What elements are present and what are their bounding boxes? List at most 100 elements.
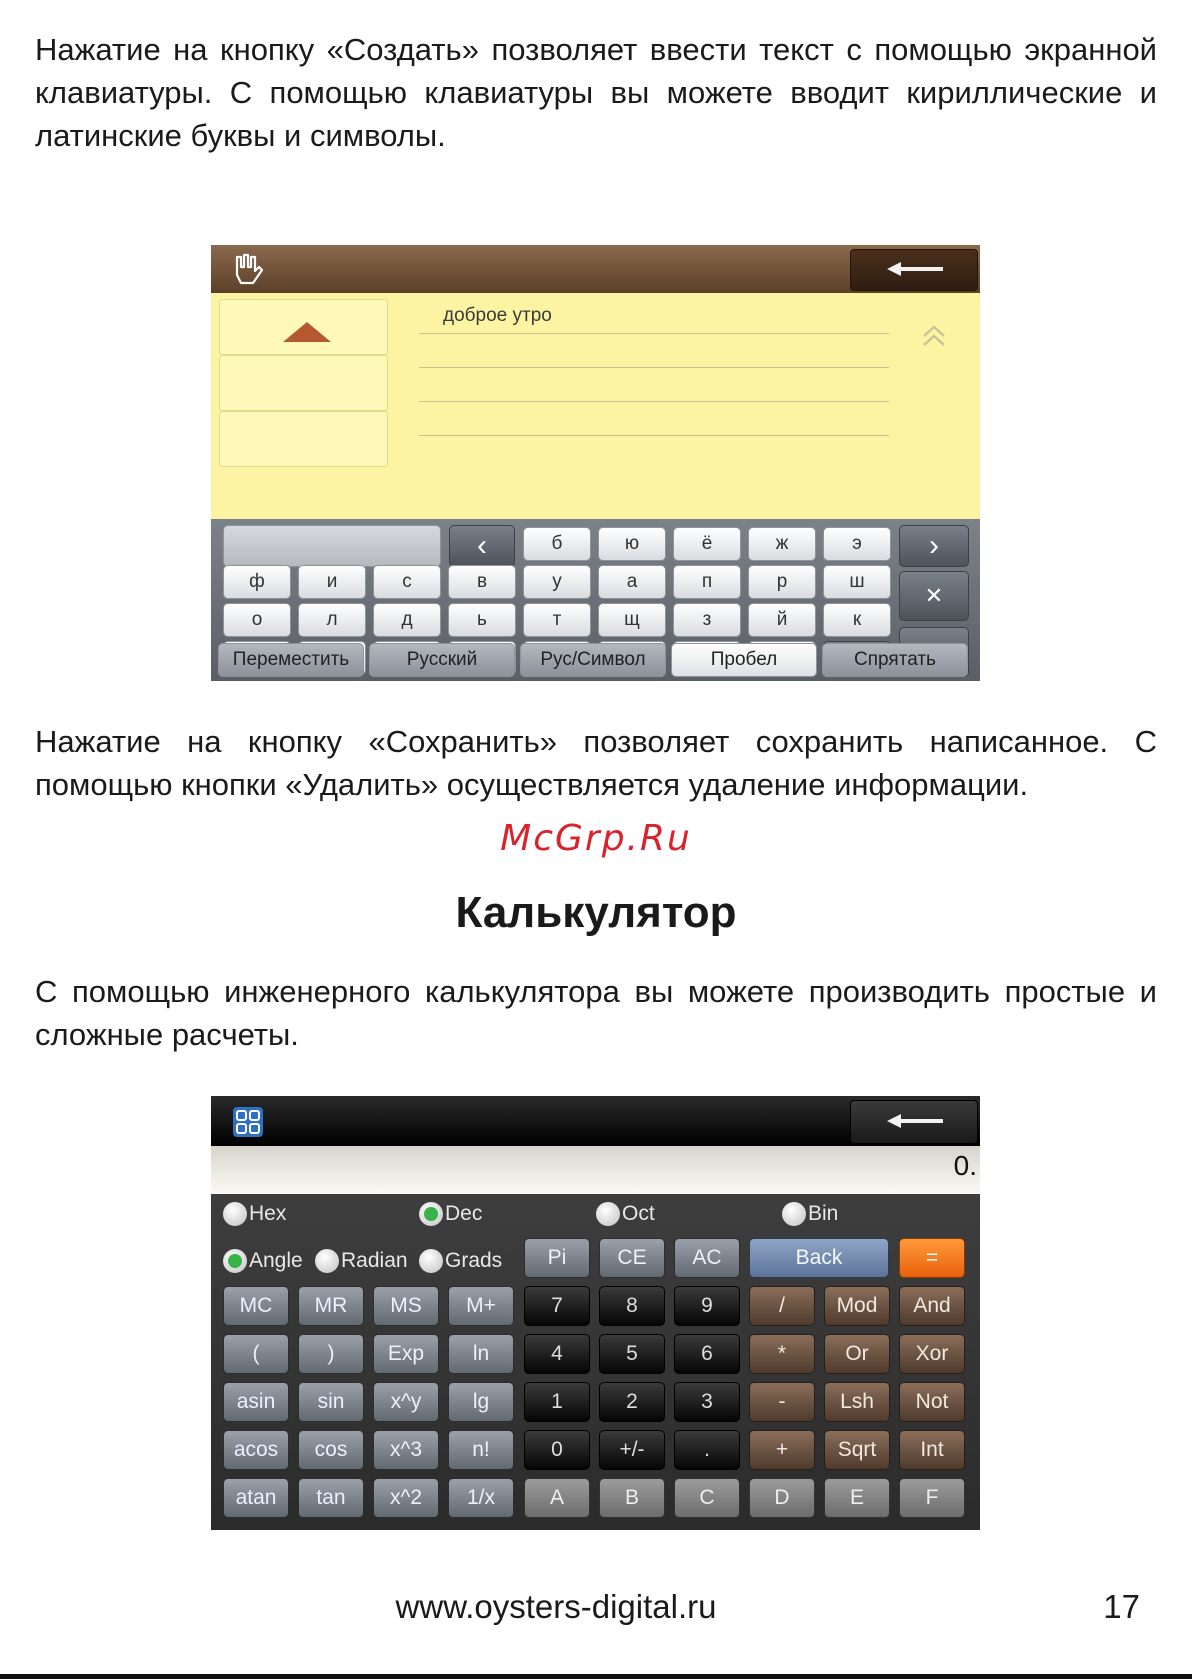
key[interactable]: з — [673, 603, 741, 637]
candidate-box-1[interactable] — [219, 299, 388, 355]
tan-key[interactable]: tan — [298, 1478, 364, 1518]
asin-key[interactable]: asin — [223, 1382, 289, 1422]
key[interactable]: л — [298, 603, 366, 637]
not-key[interactable]: Not — [899, 1382, 965, 1422]
digit-key[interactable]: 5 — [599, 1334, 665, 1374]
russian-key[interactable]: Русский — [369, 643, 515, 677]
ce-key[interactable]: CE — [599, 1238, 665, 1278]
sign-key[interactable]: +/- — [599, 1430, 665, 1470]
radio-grads[interactable]: Grads — [419, 1249, 502, 1273]
digit-key[interactable]: 9 — [674, 1286, 740, 1326]
key[interactable]: ж — [748, 527, 816, 561]
rus-symbol-key[interactable]: Рус/Символ — [520, 643, 666, 677]
reciprocal-key[interactable]: 1/x — [448, 1478, 514, 1518]
plus-key[interactable]: + — [749, 1430, 815, 1470]
xor-key[interactable]: Xor — [899, 1334, 965, 1374]
key[interactable]: к — [823, 603, 891, 637]
key[interactable]: с — [373, 565, 441, 599]
digit-key[interactable]: 3 — [674, 1382, 740, 1422]
candidate-box-3[interactable] — [219, 411, 388, 467]
ac-key[interactable]: AC — [674, 1238, 740, 1278]
key[interactable]: т — [523, 603, 591, 637]
exp-key[interactable]: Exp — [373, 1334, 439, 1374]
key[interactable]: а — [598, 565, 666, 599]
equals-key[interactable]: = — [899, 1238, 965, 1278]
footer-url[interactable]: www.oysters-digital.ru — [0, 1588, 1112, 1626]
hide-key[interactable]: Спрятать — [822, 643, 968, 677]
radio-oct[interactable]: Oct — [596, 1202, 655, 1226]
digit-key[interactable]: 8 — [599, 1286, 665, 1326]
sin-key[interactable]: sin — [298, 1382, 364, 1422]
mc-key[interactable]: MC — [223, 1286, 289, 1326]
key[interactable]: э — [823, 527, 891, 561]
minus-key[interactable]: - — [749, 1382, 815, 1422]
radio-angle[interactable]: Angle — [223, 1249, 303, 1273]
key[interactable]: ю — [598, 527, 666, 561]
key[interactable]: д — [373, 603, 441, 637]
digit-key[interactable]: 2 — [599, 1382, 665, 1422]
ln-key[interactable]: ln — [448, 1334, 514, 1374]
multiply-key[interactable]: * — [749, 1334, 815, 1374]
open-paren-key[interactable]: ( — [223, 1334, 289, 1374]
space-key[interactable]: Пробел — [671, 643, 817, 677]
radio-radian[interactable]: Radian — [315, 1249, 408, 1273]
back-button[interactable] — [850, 249, 978, 291]
candidate-box-2[interactable] — [219, 355, 388, 411]
atan-key[interactable]: atan — [223, 1478, 289, 1518]
move-key[interactable]: Переместить — [218, 643, 364, 677]
lsh-key[interactable]: Lsh — [824, 1382, 890, 1422]
digit-key[interactable]: 0 — [524, 1430, 590, 1470]
hex-digit-key[interactable]: D — [749, 1478, 815, 1518]
hex-digit-key[interactable]: F — [899, 1478, 965, 1518]
cube-key[interactable]: x^3 — [373, 1430, 439, 1470]
key[interactable]: у — [523, 565, 591, 599]
key[interactable]: р — [748, 565, 816, 599]
key[interactable]: и — [298, 565, 366, 599]
text-preview-key[interactable] — [223, 525, 441, 567]
hex-digit-key[interactable]: B — [599, 1478, 665, 1518]
sqrt-key[interactable]: Sqrt — [824, 1430, 890, 1470]
key[interactable]: ь — [448, 603, 516, 637]
decimal-key[interactable]: . — [674, 1430, 740, 1470]
acos-key[interactable]: acos — [223, 1430, 289, 1470]
grid-menu-icon[interactable] — [233, 1107, 263, 1137]
key[interactable]: щ — [598, 603, 666, 637]
key[interactable]: в — [448, 565, 516, 599]
hex-digit-key[interactable]: E — [824, 1478, 890, 1518]
close-paren-key[interactable]: ) — [298, 1334, 364, 1374]
note-area[interactable]: доброе утро — [211, 293, 980, 519]
m-plus-key[interactable]: M+ — [448, 1286, 514, 1326]
lg-key[interactable]: lg — [448, 1382, 514, 1422]
or-key[interactable]: Or — [824, 1334, 890, 1374]
key[interactable]: п — [673, 565, 741, 599]
cursor-left-key[interactable]: ‹ — [449, 525, 515, 567]
and-key[interactable]: And — [899, 1286, 965, 1326]
hand-icon[interactable] — [231, 253, 265, 285]
digit-key[interactable]: 7 — [524, 1286, 590, 1326]
hex-digit-key[interactable]: A — [524, 1478, 590, 1518]
mod-key[interactable]: Mod — [824, 1286, 890, 1326]
power-key[interactable]: x^y — [373, 1382, 439, 1422]
int-key[interactable]: Int — [899, 1430, 965, 1470]
back-key[interactable]: Back — [749, 1238, 889, 1278]
cos-key[interactable]: cos — [298, 1430, 364, 1470]
key[interactable]: ё — [673, 527, 741, 561]
digit-key[interactable]: 6 — [674, 1334, 740, 1374]
mr-key[interactable]: MR — [298, 1286, 364, 1326]
radio-dec[interactable]: Dec — [419, 1202, 482, 1226]
pi-key[interactable]: Pi — [524, 1238, 590, 1278]
divide-key[interactable]: / — [749, 1286, 815, 1326]
cursor-right-key[interactable]: › — [899, 525, 969, 567]
back-button[interactable] — [850, 1100, 978, 1144]
factorial-key[interactable]: n! — [448, 1430, 514, 1470]
key[interactable]: ф — [223, 565, 291, 599]
radio-hex[interactable]: Hex — [223, 1202, 286, 1226]
backspace-key[interactable]: ✕ — [899, 571, 969, 621]
square-key[interactable]: x^2 — [373, 1478, 439, 1518]
hex-digit-key[interactable]: C — [674, 1478, 740, 1518]
key[interactable]: б — [523, 527, 591, 561]
key[interactable]: й — [748, 603, 816, 637]
digit-key[interactable]: 4 — [524, 1334, 590, 1374]
key[interactable]: ш — [823, 565, 891, 599]
double-chevron-up-icon[interactable] — [921, 323, 947, 349]
